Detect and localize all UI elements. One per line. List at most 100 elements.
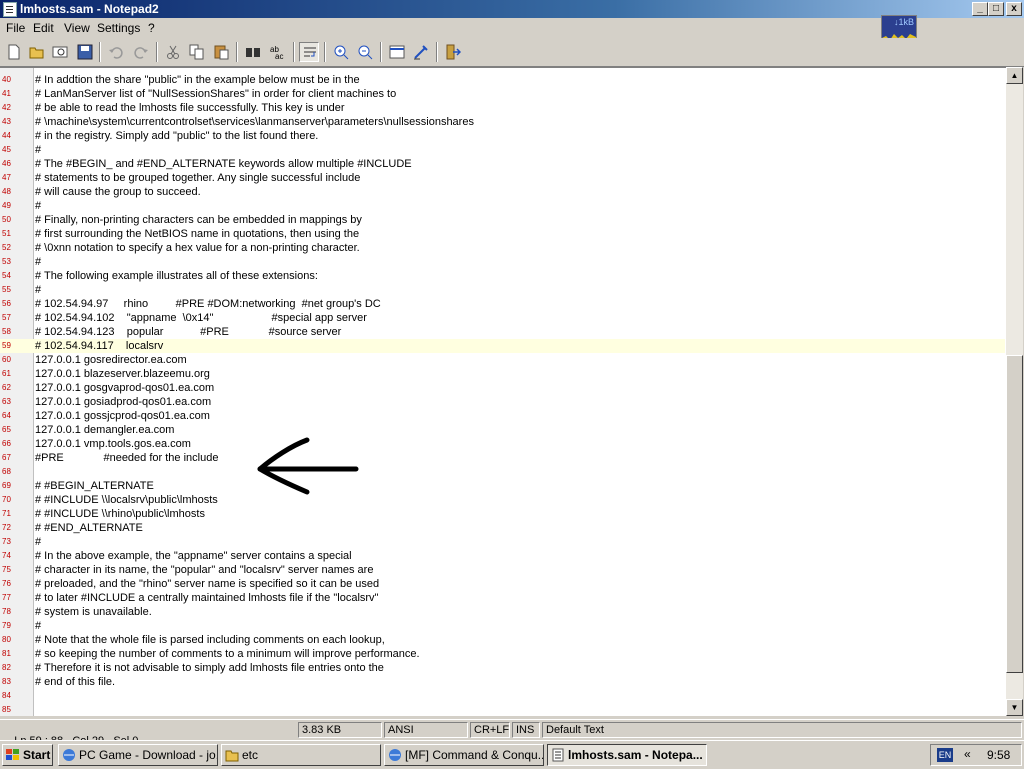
editor-line[interactable]: 67 #PRE #needed for the include — [0, 451, 1005, 465]
editor-line[interactable]: 81 # so keeping the number of comments to… — [0, 647, 1005, 661]
editor-line[interactable]: 42 # be able to read the lmhosts file suc… — [0, 101, 1005, 115]
editor-line[interactable]: 60 127.0.0.1 gosredirector.ea.com — [0, 353, 1005, 367]
line-text[interactable]: 127.0.0.1 gossjcprod-qos01.ea.com — [35, 409, 210, 423]
line-text[interactable]: # 102.54.94.117 localsrv — [35, 339, 163, 353]
editor-line[interactable]: 69 # #BEGIN_ALTERNATE — [0, 479, 1005, 493]
save-icon[interactable] — [75, 42, 95, 62]
notepad-app-icon[interactable] — [3, 2, 17, 17]
line-text[interactable]: # — [35, 199, 41, 213]
line-text[interactable]: # \0xnn notation to specify a hex value … — [35, 241, 360, 255]
zoom-in-icon[interactable] — [331, 42, 351, 62]
text-editor[interactable]: 40 # In addtion the share "public" in the… — [0, 67, 1008, 716]
editor-line[interactable]: 47 # statements to be grouped together. A… — [0, 171, 1005, 185]
clock[interactable]: 9:58 — [987, 748, 1010, 762]
line-text[interactable]: 127.0.0.1 vmp.tools.gos.ea.com — [35, 437, 191, 451]
line-text[interactable]: # — [35, 143, 41, 157]
line-text[interactable]: # Therefore it is not advisable to simpl… — [35, 661, 384, 675]
line-text[interactable]: # #INCLUDE \\localsrv\public\lmhosts — [35, 493, 218, 507]
maximize-button[interactable]: □ — [988, 2, 1004, 16]
menu-help[interactable]: ? — [148, 21, 155, 35]
line-text[interactable]: # LanManServer list of "NullSessionShare… — [35, 87, 396, 101]
current-line[interactable]: 59 # 102.54.94.117 localsrv — [0, 339, 1005, 353]
line-text[interactable]: # — [35, 619, 41, 633]
task-notepad2-lmhosts[interactable]: lmhosts.sam - Notepa... — [547, 744, 707, 766]
line-text[interactable]: # system is unavailable. — [35, 605, 152, 619]
editor-line[interactable]: 53 # — [0, 255, 1005, 269]
editor-line[interactable]: 75 # character in its name, the "popular"… — [0, 563, 1005, 577]
copy-icon[interactable] — [187, 42, 207, 62]
editor-line[interactable]: 66 127.0.0.1 vmp.tools.gos.ea.com — [0, 437, 1005, 451]
menu-edit[interactable]: Edit — [33, 21, 54, 35]
editor-line[interactable]: 83 # end of this file. — [0, 675, 1005, 689]
line-text[interactable]: # In addtion the share "public" in the e… — [35, 73, 360, 87]
undo-icon[interactable] — [106, 42, 126, 62]
editor-line[interactable]: 64 127.0.0.1 gossjcprod-qos01.ea.com — [0, 409, 1005, 423]
line-text[interactable]: # The following example illustrates all … — [35, 269, 318, 283]
menu-file[interactable]: File — [6, 21, 25, 35]
editor-line[interactable]: 41 # LanManServer list of "NullSessionSha… — [0, 87, 1005, 101]
replace-icon[interactable]: ab ac — [268, 42, 288, 62]
line-text[interactable]: 127.0.0.1 gosgvaprod-qos01.ea.com — [35, 381, 214, 395]
line-text[interactable]: # end of this file. — [35, 675, 115, 689]
line-text[interactable]: 127.0.0.1 gosiadprod-qos01.ea.com — [35, 395, 211, 409]
editor-line[interactable]: 57 # 102.54.94.102 "appname \0x14" #speci… — [0, 311, 1005, 325]
line-text[interactable]: # statements to be grouped together. Any… — [35, 171, 360, 185]
line-text[interactable]: # The #BEGIN_ and #END_ALTERNATE keyword… — [35, 157, 412, 171]
editor-line[interactable]: 40 # In addtion the share "public" in the… — [0, 73, 1005, 87]
line-text[interactable]: # 102.54.94.123 popular #PRE #source ser… — [35, 325, 341, 339]
editor-line[interactable]: 55 # — [0, 283, 1005, 297]
start-button[interactable]: Start — [2, 744, 53, 766]
editor-line[interactable]: 44 # in the registry. Simply add "public"… — [0, 129, 1005, 143]
editor-line[interactable]: 70 # #INCLUDE \\localsrv\public\lmhosts — [0, 493, 1005, 507]
vertical-scrollbar[interactable]: ▲ ▼ — [1006, 67, 1023, 716]
line-text[interactable]: # 102.54.94.97 rhino #PRE #DOM:networkin… — [35, 297, 381, 311]
scrollbar-thumb[interactable] — [1006, 355, 1023, 673]
editor-line[interactable]: 80 # Note that the whole file is parsed i… — [0, 633, 1005, 647]
scheme-icon[interactable] — [387, 42, 407, 62]
line-text[interactable]: # #END_ALTERNATE — [35, 521, 143, 535]
editor-line[interactable]: 54 # The following example illustrates al… — [0, 269, 1005, 283]
editor-line[interactable]: 72 # #END_ALTERNATE — [0, 521, 1005, 535]
editor-line[interactable]: 45 # — [0, 143, 1005, 157]
line-text[interactable]: # Note that the whole file is parsed inc… — [35, 633, 385, 647]
line-text[interactable]: # be able to read the lmhosts file succe… — [35, 101, 345, 115]
line-text[interactable]: # #INCLUDE \\rhino\public\lmhosts — [35, 507, 205, 521]
line-text[interactable]: # Finally, non-printing characters can b… — [35, 213, 362, 227]
line-text[interactable]: # will cause the group to succeed. — [35, 185, 201, 199]
editor-line[interactable]: 63 127.0.0.1 gosiadprod-qos01.ea.com — [0, 395, 1005, 409]
line-text[interactable]: 127.0.0.1 demangler.ea.com — [35, 423, 174, 437]
task-browser-command-conquer[interactable]: [MF] Command & Conqu... — [384, 744, 544, 766]
zoom-out-icon[interactable] — [355, 42, 375, 62]
editor-line[interactable]: 48 # will cause the group to succeed. — [0, 185, 1005, 199]
editor-line[interactable]: 76 # preloaded, and the "rhino" server na… — [0, 577, 1005, 591]
line-text[interactable]: # #BEGIN_ALTERNATE — [35, 479, 154, 493]
line-text[interactable]: # to later #INCLUDE a centrally maintain… — [35, 591, 378, 605]
line-text[interactable]: # In the above example, the "appname" se… — [35, 549, 352, 563]
editor-line[interactable]: 50 # Finally, non-printing characters can… — [0, 213, 1005, 227]
editor-line[interactable]: 79 # — [0, 619, 1005, 633]
editor-line[interactable]: 56 # 102.54.94.97 rhino #PRE #DOM:network… — [0, 297, 1005, 311]
exit-icon[interactable] — [443, 42, 463, 62]
open-icon[interactable] — [27, 42, 47, 62]
line-text[interactable]: # — [35, 255, 41, 269]
paste-icon[interactable] — [211, 42, 231, 62]
editor-line[interactable]: 68 — [0, 465, 1005, 479]
editor-line[interactable]: 43 # \machine\system\currentcontrolset\se… — [0, 115, 1005, 129]
editor-line[interactable]: 65 127.0.0.1 demangler.ea.com — [0, 423, 1005, 437]
line-text[interactable]: # \machine\system\currentcontrolset\serv… — [35, 115, 474, 129]
line-text[interactable]: # in the registry. Simply add "public" t… — [35, 129, 318, 143]
line-text[interactable]: # preloaded, and the "rhino" server name… — [35, 577, 379, 591]
title-bar[interactable]: lmhosts.sam - Notepad2 _ □ x — [0, 0, 1024, 18]
new-icon[interactable] — [4, 42, 24, 62]
status-line-ending[interactable]: CR+LF — [470, 722, 510, 738]
editor-line[interactable]: 82 # Therefore it is not advisable to sim… — [0, 661, 1005, 675]
find-icon[interactable] — [243, 42, 263, 62]
status-insert-mode[interactable]: INS — [512, 722, 540, 738]
menu-settings[interactable]: Settings — [97, 21, 140, 35]
editor-line[interactable]: 62 127.0.0.1 gosgvaprod-qos01.ea.com — [0, 381, 1005, 395]
cut-icon[interactable] — [163, 42, 183, 62]
editor-line[interactable]: 71 # #INCLUDE \\rhino\public\lmhosts — [0, 507, 1005, 521]
scroll-up-button[interactable]: ▲ — [1006, 67, 1023, 84]
tray-expand-chevron[interactable]: « — [964, 747, 971, 761]
editor-line[interactable]: 74 # In the above example, the "appname" … — [0, 549, 1005, 563]
